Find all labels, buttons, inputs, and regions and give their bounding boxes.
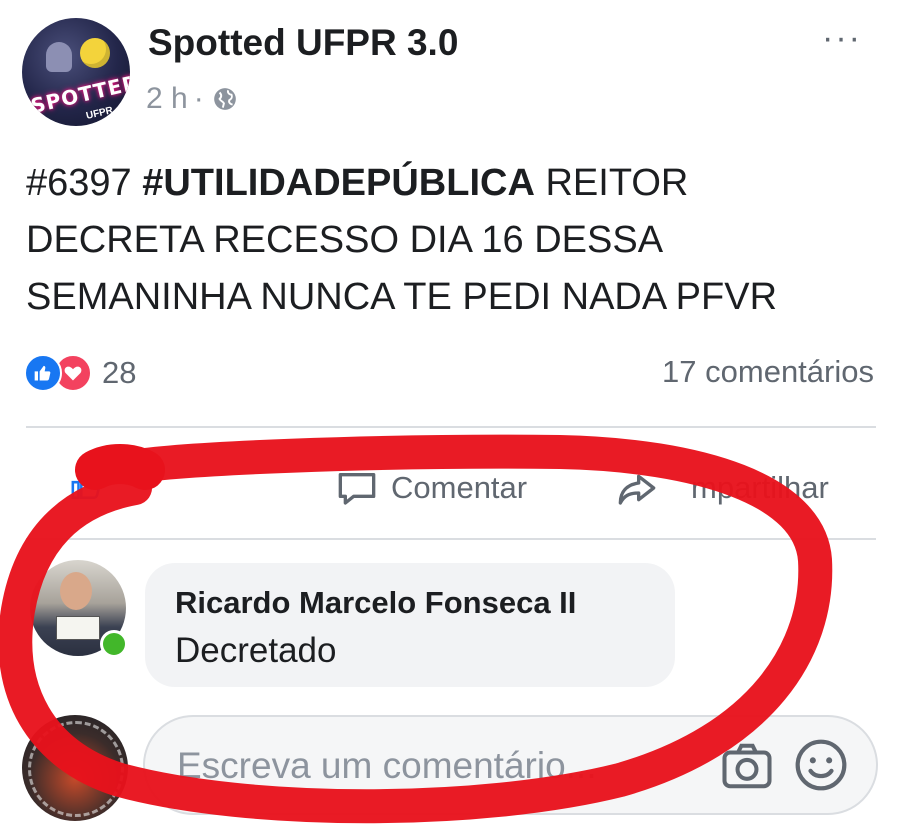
user-avatar[interactable] <box>22 715 128 821</box>
yellow-ball-graphic <box>80 38 110 68</box>
post-text: #6397 #UTILIDADEPÚBLICA REITOR DECRETA R… <box>26 155 866 326</box>
share-button-label: mpartilhar <box>691 470 829 505</box>
meta-separator: · <box>193 82 204 115</box>
comment-author[interactable]: Ricardo Marcelo Fonseca II <box>175 585 576 621</box>
avatar-sign <box>56 616 100 640</box>
globe-icon <box>213 88 236 110</box>
comment-icon <box>338 473 376 505</box>
like-icon <box>24 354 62 392</box>
post-number[interactable]: #6397 <box>26 162 132 204</box>
page-name[interactable]: Spotted UFPR 3.0 <box>148 22 458 64</box>
comment-count-link[interactable]: 17 comentários <box>662 354 874 390</box>
share-button[interactable]: mpartilhar <box>615 468 829 508</box>
red-circle-annotation <box>0 434 833 824</box>
action-bar: Comentar mpartilhar <box>0 450 900 530</box>
post-meta: 2 h · <box>146 82 238 116</box>
avatar-frame <box>28 721 124 817</box>
divider <box>26 426 876 428</box>
comment-text: Decretado <box>175 631 337 670</box>
divider <box>26 538 876 540</box>
avatar-logo-subtext: UFPR <box>85 105 115 122</box>
more-options-icon[interactable]: ··· <box>822 21 862 55</box>
comment-bubble: Ricardo Marcelo Fonseca II Decretado <box>145 563 675 687</box>
ghost-graphic <box>46 42 72 72</box>
page-avatar[interactable]: SPOTTED UFPR <box>22 18 130 126</box>
camera-icon[interactable] <box>720 739 774 793</box>
share-icon <box>618 474 656 505</box>
comment-composer[interactable] <box>143 715 878 815</box>
comment-input[interactable] <box>175 735 699 797</box>
online-status-dot <box>100 630 128 658</box>
comment-button-label: Comentar <box>391 470 528 505</box>
like-button[interactable] <box>70 468 104 502</box>
avatar-logo-text: SPOTTED <box>28 69 130 119</box>
reaction-count: 28 <box>102 355 137 390</box>
emoji-icon[interactable] <box>793 737 849 793</box>
reactions-summary[interactable]: 28 <box>24 354 136 392</box>
post-time[interactable]: 2 h <box>146 82 188 116</box>
comment-button[interactable]: Comentar <box>335 468 527 508</box>
thumbs-up-icon <box>71 471 101 500</box>
avatar-face <box>60 572 92 610</box>
post-hashtag[interactable]: #UTILIDADEPÚBLICA <box>142 162 535 204</box>
